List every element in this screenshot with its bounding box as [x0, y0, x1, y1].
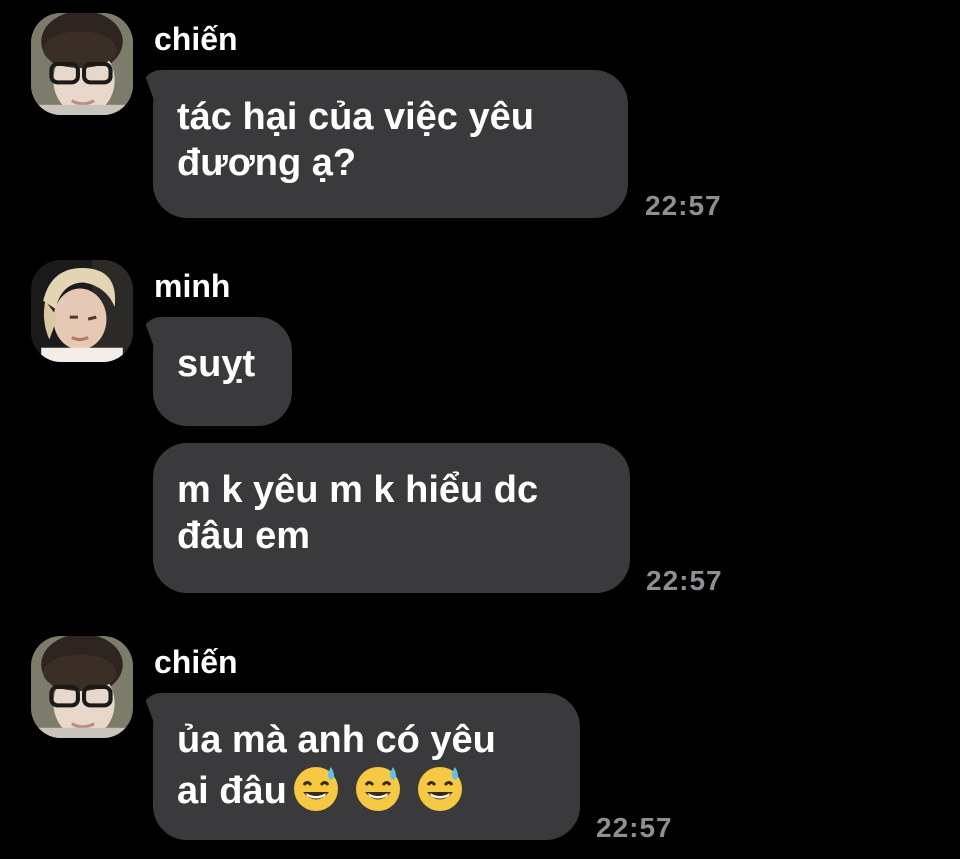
sender-name: chiến — [154, 21, 238, 57]
message-text: suỵt — [177, 343, 256, 385]
sender-name: minh — [154, 268, 231, 304]
timestamp: 22:57 — [645, 190, 722, 221]
avatar-minh[interactable] — [31, 260, 133, 362]
message-text-line: ai đâu — [177, 763, 556, 814]
message-text: tác hại của việc yêu — [177, 96, 534, 138]
message-text: m k yêu m k hiểu dc — [177, 469, 539, 511]
timestamp: 22:57 — [646, 565, 723, 596]
message-bubble[interactable]: m k yêu m k hiểu dc đâu em — [153, 443, 630, 593]
avatar-minh-image — [31, 260, 133, 362]
avatar-chien[interactable] — [31, 636, 133, 738]
avatar-chien-image — [31, 13, 133, 115]
message-text: đương ạ? — [177, 142, 357, 184]
sender-name: chiến — [154, 644, 238, 680]
message-bubble[interactable]: tác hại của việc yêu đương ạ? — [153, 70, 628, 218]
timestamp: 22:57 — [596, 812, 673, 843]
grinning-sweat-emoji — [353, 763, 403, 813]
avatar-chien-image — [31, 636, 133, 738]
grinning-sweat-emoji — [291, 763, 341, 813]
message-bubble[interactable]: ủa mà anh có yêu ai đâu — [153, 693, 580, 840]
grinning-sweat-emoji — [415, 763, 465, 813]
message-text: ai đâu — [177, 770, 287, 812]
message-text: đâu em — [177, 515, 311, 557]
avatar-chien[interactable] — [31, 13, 133, 115]
message-bubble[interactable]: suỵt — [153, 317, 292, 426]
message-text: ủa mà anh có yêu — [177, 719, 496, 761]
